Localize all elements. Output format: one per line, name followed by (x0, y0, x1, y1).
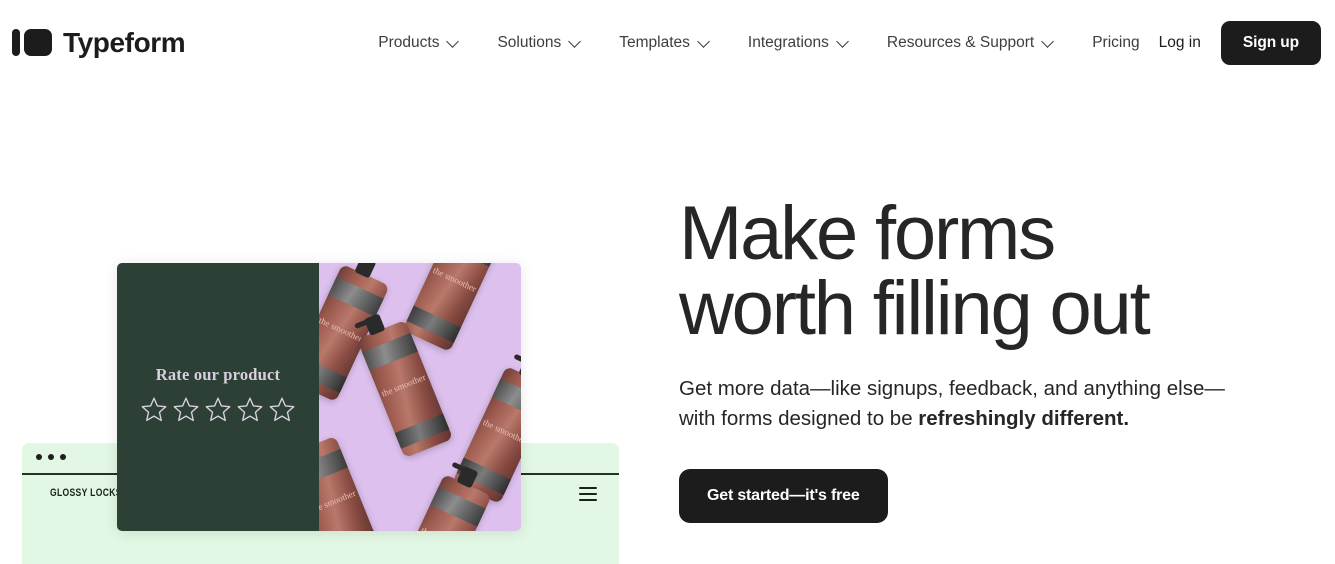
star-outline-icon[interactable] (171, 395, 201, 425)
hero-subheading: Get more data—like signups, feedback, an… (679, 374, 1249, 432)
survey-question-text: Rate our product (155, 365, 281, 384)
hamburger-menu-icon[interactable] (579, 487, 597, 501)
main-navigation: Products Solutions Templates Integration… (359, 26, 1158, 60)
page-title: Make forms worth filling out (679, 196, 1279, 347)
signup-button[interactable]: Sign up (1220, 20, 1321, 65)
subheading-emphasis: refreshingly different. (918, 406, 1130, 430)
nav-item-products[interactable]: Products (359, 26, 478, 60)
hero-visual: GLOSSY LOCKS © Rate our product the smoo… (0, 85, 660, 564)
nav-label: Solutions (497, 33, 562, 51)
hero-content: Make forms worth filling out Get more da… (679, 196, 1279, 523)
pump-nozzle-icon (354, 263, 377, 279)
nav-label: Resources & Support (886, 33, 1035, 51)
chevron-down-icon (1043, 36, 1054, 47)
product-bottle-label: the smoother (431, 264, 478, 294)
chevron-down-icon (699, 36, 710, 47)
chevron-down-icon (570, 36, 581, 47)
product-photo-panel: the smoother the smoother the smoother t… (319, 263, 521, 531)
login-link[interactable]: Log in (1155, 28, 1205, 58)
header-actions: Log in Sign up (1155, 0, 1321, 85)
product-bottle: the smoother (402, 263, 504, 352)
chevron-down-icon (448, 36, 459, 47)
nav-item-integrations[interactable]: Integrations (729, 26, 868, 60)
headline-line-2: worth filling out (679, 266, 1151, 352)
product-bottle-label: the smoother (319, 487, 358, 515)
brand-logo-link[interactable]: Typeform (12, 26, 186, 58)
survey-question-panel: Rate our product (117, 263, 319, 531)
product-bottle-label: the smoother (417, 525, 468, 531)
nav-label: Products (378, 33, 440, 51)
nav-item-resources-and-support[interactable]: Resources & Support (868, 26, 1073, 60)
nav-item-solutions[interactable]: Solutions (478, 26, 600, 60)
get-started-button[interactable]: Get started—it's free (679, 468, 888, 523)
pump-nozzle-icon (518, 357, 521, 381)
star-outline-icon[interactable] (203, 395, 233, 425)
star-outline-icon[interactable] (267, 395, 297, 425)
nav-item-templates[interactable]: Templates (600, 26, 729, 60)
nav-label: Integrations (747, 33, 829, 51)
product-bottle-label: the smoother (481, 416, 521, 446)
star-outline-icon[interactable] (139, 395, 169, 425)
typeform-logo-icon (12, 29, 52, 57)
chevron-down-icon (838, 36, 849, 47)
nav-label: Pricing (1092, 33, 1140, 51)
headline-line-1: Make forms (679, 191, 1056, 276)
product-bottle: the smoother (319, 435, 384, 531)
site-header: Typeform Products Solutions Templates In… (0, 0, 1335, 85)
nav-label: Templates (619, 33, 690, 51)
star-outline-icon[interactable] (235, 395, 265, 425)
star-rating-group[interactable] (117, 395, 319, 425)
survey-card: Rate our product the smoother the smooth… (117, 263, 521, 531)
window-dots-icon (36, 454, 66, 460)
nav-item-pricing[interactable]: Pricing (1073, 26, 1158, 60)
product-bottle-label: the smoother (379, 371, 428, 399)
brand-name: Typeform (63, 26, 186, 58)
